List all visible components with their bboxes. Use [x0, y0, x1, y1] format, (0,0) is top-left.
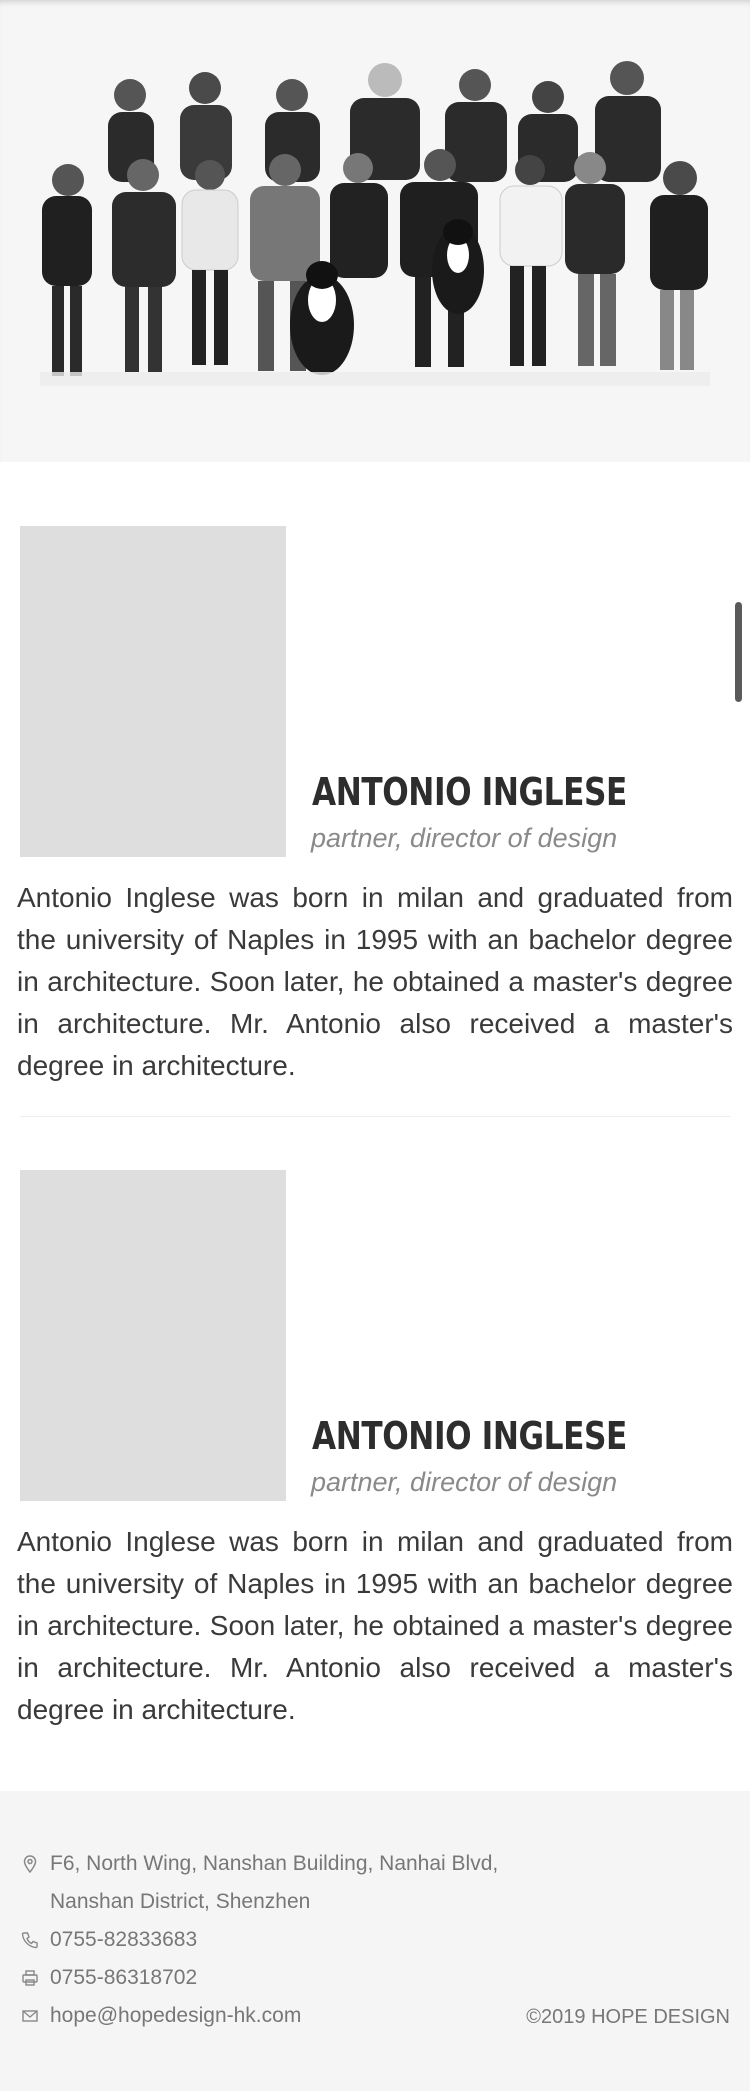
member-role: partner, director of design — [311, 823, 618, 853]
team-group-photo — [40, 61, 710, 386]
footer-email[interactable]: hope@hopedesign-hk.com — [20, 2004, 301, 2028]
member-photo — [20, 526, 286, 857]
member-role: partner, director of design — [311, 1467, 618, 1497]
phone-icon — [20, 1930, 40, 1950]
address-line-1: F6, North Wing, Nanshan Building, Nanhai… — [50, 1852, 499, 1875]
member-bio: Antonio Inglese was born in milan and gr… — [17, 882, 733, 1081]
copyright-text: ©2019 HOPE DESIGN — [526, 2006, 730, 2028]
member-bio: Antonio Inglese was born in milan and gr… — [17, 1526, 733, 1725]
member-name: ANTONIO INGLESE — [312, 1414, 627, 1458]
footer-fax: 0755-86318702 — [20, 1966, 197, 1990]
location-pin-icon — [20, 1854, 40, 1874]
phone-number[interactable]: 0755-82833683 — [50, 1928, 197, 1952]
member-name: ANTONIO INGLESE — [312, 770, 627, 814]
address-line-2: Nanshan District, Shenzhen — [50, 1890, 311, 1913]
section-divider — [20, 1116, 730, 1117]
email-link[interactable]: hope@hopedesign-hk.com — [50, 2004, 301, 2028]
scrollbar-thumb[interactable] — [735, 602, 742, 702]
footer-address: F6, North Wing, Nanshan Building, Nanhai… — [20, 1852, 498, 1876]
member-photo — [20, 1170, 286, 1501]
footer-phone[interactable]: 0755-82833683 — [20, 1928, 197, 1952]
fax-icon — [20, 1968, 40, 1988]
fax-number: 0755-86318702 — [50, 1966, 198, 1989]
hero-banner — [0, 0, 750, 462]
mail-icon — [20, 2006, 40, 2026]
